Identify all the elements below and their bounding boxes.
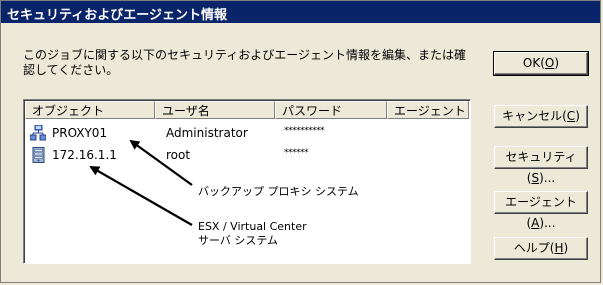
ok-label-prefix: OK(	[522, 56, 545, 70]
cancel-label-prefix: キャンセル(	[502, 109, 567, 123]
ok-mnemonic: O	[544, 56, 555, 70]
instruction-line-2: 認してください。	[23, 63, 119, 77]
security-agent-dialog: セキュリティおよびエージェント情報 このジョブに関する以下のセキュリティおよびエ…	[0, 0, 601, 283]
help-label-suffix: )	[563, 241, 569, 255]
help-label-prefix: ヘルプ(	[513, 241, 555, 255]
ok-button[interactable]: OK(O)	[493, 51, 589, 76]
agent-label-suffix: )...	[539, 216, 556, 230]
arrow-to-proxy	[129, 139, 193, 186]
help-button[interactable]: ヘルプ(H)	[494, 237, 588, 260]
window-title: セキュリティおよびエージェント情報	[7, 8, 227, 23]
annotation-esx-line-1: ESX / Virtual Center	[198, 220, 307, 233]
ok-label-suffix: )	[554, 56, 560, 70]
cancel-mnemonic: C	[566, 109, 576, 123]
annotation-esx-line-2: サーバ システム	[198, 234, 279, 247]
security-label-suffix: )...	[539, 171, 556, 185]
arrow-to-esx	[89, 166, 193, 226]
instruction-line-1: このジョブに関する以下のセキュリティおよびエージェント情報を編集、または確	[23, 48, 467, 62]
cancel-label-suffix: )	[575, 109, 580, 123]
title-bar: セキュリティおよびエージェント情報	[1, 1, 600, 23]
help-mnemonic: H	[554, 241, 564, 255]
security-button[interactable]: セキュリティ(S)...	[494, 146, 588, 185]
security-mnemonic: S	[531, 171, 540, 185]
object-list[interactable]: オブジェクト ユーザ名 パスワード エージェント PROXY01 Adminis…	[23, 99, 471, 264]
instruction-text: このジョブに関する以下のセキュリティおよびエージェント情報を編集、または確 認し…	[23, 48, 493, 78]
agent-button[interactable]: エージェント(A)...	[494, 191, 588, 230]
annotation-proxy-label: バックアップ プロキシ システム	[198, 185, 359, 198]
cancel-button[interactable]: キャンセル(C)	[494, 105, 588, 128]
